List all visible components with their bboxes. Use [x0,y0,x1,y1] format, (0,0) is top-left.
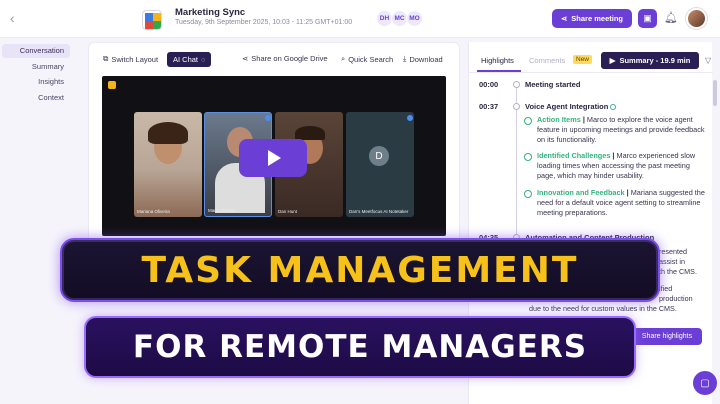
top-bar: ‹ Marketing Sync Tuesday, 9th September … [0,0,720,38]
chevron-left-icon[interactable]: ‹ [10,10,15,26]
sidebar-item-context[interactable]: Context [2,91,70,105]
timeline-entry-title: Voice Agent Integration [525,102,617,111]
video-tile: Mariana Oliveira [134,112,202,217]
meeting-title: Marketing Sync [175,7,246,18]
summary-text-fragment: due to the need for custom values in the… [529,304,677,313]
timestamp[interactable]: 00:37 [479,102,498,111]
summary-button[interactable]: ▶ Summary - 19.9 min [601,52,699,69]
share-highlights-button[interactable]: Share highlights [632,328,702,345]
chat-fab-button[interactable]: ▢ [693,371,717,395]
recorder-badge-icon [108,81,116,89]
highlight-label: Innovation and Feedback [537,188,625,197]
summary-text-fragment: resented [659,247,687,256]
download-icon: ⤓ [403,54,407,63]
participant-avatars: DH MC MO [376,10,423,27]
tab-highlights[interactable]: Highlights [481,56,514,65]
summary-button-label: Summary - 19.9 min [619,56,691,65]
subheadline-text: FOR REMOTE MANAGERS [132,329,588,365]
new-badge: New [573,55,593,64]
play-icon: ▶ [609,56,616,65]
mic-active-icon [265,115,271,121]
tile-label: Dan's Meetfocus AI Notetaker [349,209,409,214]
timeline-entry-title: Meeting started [525,80,581,89]
highlight-item: Identified Challenges | Marco experience… [537,151,696,180]
divider [469,72,713,73]
tile-label: Mariana Oliveira [137,209,170,214]
tile-initial: D [369,146,389,166]
check-circle-icon [524,153,532,161]
check-circle-icon [524,190,532,198]
highlight-label: Identified Challenges [537,151,611,160]
user-avatar[interactable] [686,8,707,29]
timestamp[interactable]: 00:00 [479,80,498,89]
switch-layout-label: Switch Layout [111,54,159,64]
layout-icon: ⧉ [103,54,109,63]
highlight-item: Innovation and Feedback | Mariana sugges… [537,188,705,217]
highlight-item: Action Items | Marco to explore the voic… [537,115,705,144]
quick-search-label: Quick Search [348,54,394,64]
scrollbar[interactable] [713,80,717,106]
sidebar-item-conversation[interactable]: Conversation [2,44,70,58]
video-tile: D Dan's Meetfocus AI Notetaker [346,112,414,217]
play-icon [268,150,281,166]
gift-button[interactable]: ▣ [638,9,657,28]
switch-layout-button[interactable]: ⧉ Switch Layout [103,54,158,64]
gift-icon: ▣ [643,13,652,23]
timeline-entry-label: Voice Agent Integration [525,102,609,111]
headline-text: TASK MANAGEMENT [141,249,579,291]
video-toolbar: ⧉ Switch Layout AI Chat ◌ ⋖ Share on Goo… [89,43,461,75]
mic-active-icon [407,115,413,121]
timeline-node [513,103,520,110]
share-icon: ⋖ [561,14,568,23]
sidebar-item-insights[interactable]: Insights [2,75,70,89]
headline-banner: TASK MANAGEMENT [60,238,660,302]
quick-search-button[interactable]: ⌕ Quick Search [341,54,393,64]
check-circle-icon [524,117,532,125]
subheadline-banner: FOR REMOTE MANAGERS [84,316,636,378]
tile-label: Dan Hunt [278,209,298,214]
summary-text-fragment: th the CMS. [659,267,697,276]
meeting-date: Tuesday, 9th September 2025, 10:03 - 11:… [175,19,353,26]
summary-text-fragment: ified [659,284,673,293]
sidebar: Conversation Summary Insights Context [0,38,76,404]
app-logo [142,10,162,30]
download-label: Download [409,54,443,64]
share-drive-label: Share on Google Drive [251,54,328,63]
share-icon: ⋖ [242,54,249,63]
tab-comments[interactable]: Comments [529,56,565,65]
share-meeting-label: Share meeting [571,14,623,23]
highlight-label: Action Items [537,115,581,124]
ai-chat-button[interactable]: AI Chat ◌ [167,52,212,67]
download-button[interactable]: ⤓ Download [403,54,443,64]
ai-chat-label: AI Chat [173,55,199,64]
chat-bubble-icon: ◌ [201,55,206,64]
bell-icon[interactable]: 🔔︎ [664,11,678,24]
chat-icon: ▢ [700,377,710,389]
search-icon: ⌕ [341,54,346,63]
sidebar-item-summary[interactable]: Summary [2,60,70,74]
filter-icon[interactable]: ▽ [705,56,711,65]
play-button[interactable] [239,139,307,177]
share-meeting-button[interactable]: ⋖ Share meeting [552,9,632,28]
summary-text-fragment: production [659,294,693,303]
timeline-node [513,81,520,88]
info-icon [610,104,617,111]
tile-label: Marco Cerina [208,208,236,213]
summary-text-fragment: assist in [659,257,685,266]
avatar[interactable]: MO [406,10,423,27]
share-drive-button[interactable]: ⋖ Share on Google Drive [242,54,328,63]
